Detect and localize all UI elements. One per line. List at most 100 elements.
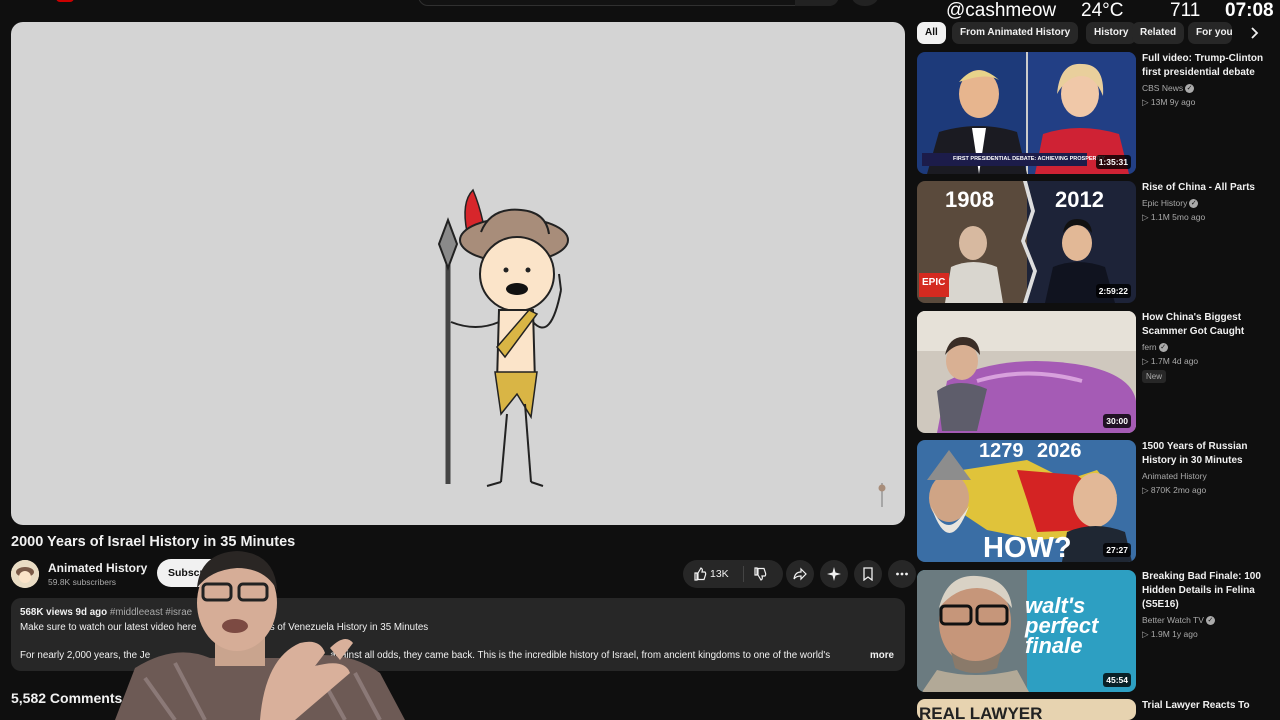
rec-thumbnail[interactable]: REAL LAWYER (917, 699, 1136, 720)
thumb-year-right: 2012 (1055, 187, 1104, 212)
description-text-2b: against all odds, they came back. This i… (330, 650, 831, 661)
subscriber-count: 59.8K subscribers (48, 577, 117, 587)
channel-watermark-icon[interactable] (877, 481, 887, 507)
duration-badge: 27:27 (1103, 543, 1131, 557)
like-dislike-group: 13K (683, 560, 783, 588)
rec-thumbnail[interactable]: 1908 2012 EPIC 2:59:22 (917, 181, 1136, 303)
overlay-time: 07:08 (1225, 0, 1274, 21)
share-icon (793, 567, 807, 581)
rec-title[interactable]: Trial Lawyer Reacts To (1142, 699, 1274, 713)
rec-item[interactable]: 30:00 How China's Biggest Scammer Got Ca… (917, 311, 1280, 435)
channel-row: Animated History 59.8K subscribers Subsc… (11, 559, 916, 589)
rec-channel[interactable]: fern ✓ (1142, 342, 1168, 353)
share-button[interactable] (786, 560, 814, 588)
youtube-logo[interactable] (56, 0, 74, 2)
search-input[interactable] (418, 0, 838, 6)
rec-channel[interactable]: Better Watch TV ✓ (1142, 615, 1215, 626)
rec-meta: ▷ 1.1M 5mo ago (1142, 212, 1206, 222)
stream-overlay: @cashmeow 24°C 711 07:08 (940, 0, 1280, 22)
description-line-1: Make sure to watch our latest video here… (20, 622, 428, 633)
description-more-button[interactable]: more (870, 650, 894, 661)
duration-badge: 30:00 (1103, 414, 1131, 428)
description-text-2a: For nearly 2,000 years, the Je (20, 650, 151, 661)
hashtags[interactable]: #middleeast #israe (110, 607, 192, 618)
rec-meta: ▷ 1.9M 1y ago (1142, 629, 1198, 639)
thumb-caption: REAL LAWYER (919, 704, 1043, 720)
more-actions-button[interactable] (888, 560, 916, 588)
duration-badge: 2:59:22 (1095, 284, 1131, 298)
description-box[interactable]: 568K views 9d ago #middleeast #israe Mak… (11, 598, 905, 671)
view-count-date: 568K views 9d ago #middleeast #israe (20, 607, 192, 618)
rec-channel[interactable]: CBS News ✓ (1142, 83, 1195, 94)
overlay-number: 711 (1170, 0, 1201, 21)
bookmark-icon (863, 567, 873, 581)
chip-for-you[interactable]: For you (1188, 22, 1232, 44)
search-button[interactable] (795, 0, 839, 6)
description-link-1b[interactable]: rs of Venezuela (266, 622, 334, 633)
rec-channel-name[interactable]: Animated History (1142, 471, 1207, 481)
rec-channel[interactable]: Animated History (1142, 471, 1207, 481)
rec-title[interactable]: Rise of China - All Parts (1142, 181, 1274, 195)
ask-ai-button[interactable] (820, 560, 848, 588)
rec-title[interactable]: Breaking Bad Finale: 100 Hidden Details … (1142, 570, 1274, 612)
rec-channel[interactable]: Epic History ✓ (1142, 198, 1199, 209)
duration-badge: 1:35:31 (1095, 155, 1131, 169)
avatar-icon (11, 560, 39, 588)
subscribe-button[interactable]: Subscri (157, 559, 247, 587)
rec-meta: ▷ 13M 9y ago (1142, 97, 1196, 107)
dislike-icon[interactable] (753, 567, 767, 581)
rec-channel-name[interactable]: CBS News (1142, 83, 1183, 93)
video-title: 2000 Years of Israel History in 35 Minut… (11, 534, 296, 550)
chevron-right-icon (1251, 27, 1259, 39)
save-button[interactable] (854, 560, 882, 588)
channel-name[interactable]: Animated History (48, 561, 147, 575)
rec-item[interactable]: 1279 2026 HOW? 27:27 1500 Years of Russi… (917, 440, 1280, 564)
thumb-year-left: 1279 (979, 440, 1024, 462)
rec-channel-name[interactable]: Better Watch TV (1142, 615, 1204, 625)
chip-all[interactable]: All (917, 22, 946, 44)
chips-next-button[interactable] (1243, 22, 1265, 44)
rec-channel-name[interactable]: fern (1142, 342, 1157, 352)
video-player[interactable] (11, 22, 905, 525)
filter-chips: All From Animated History History Relate… (917, 22, 1280, 44)
more-horizontal-icon (896, 572, 908, 576)
rec-meta: ▷ 870K 2mo ago (1142, 485, 1207, 495)
verified-icon: ✓ (1185, 84, 1195, 94)
thumb-big-text: walt's perfect finale (1025, 593, 1099, 658)
overlay-temperature: 24°C (1081, 0, 1124, 21)
overlay-handle: @cashmeow (946, 0, 1057, 21)
rec-meta: ▷ 1.7M 4d ago (1142, 356, 1199, 366)
new-badge: New (1142, 370, 1167, 383)
description-line-2: For nearly 2,000 years, the Je against al… (20, 650, 870, 661)
chip-history[interactable]: History (1086, 22, 1137, 44)
like-separator (743, 566, 744, 582)
sparkle-icon (827, 567, 841, 581)
rec-item[interactable]: 1908 2012 EPIC 2:59:22 Rise of China - A… (917, 181, 1280, 305)
rec-thumbnail[interactable]: 1279 2026 HOW? 27:27 (917, 440, 1136, 562)
cartoon-soldier-illustration (437, 188, 569, 487)
rec-thumbnail[interactable]: FIRST PRESIDENTIAL DEBATE: ACHIEVING PRO… (917, 52, 1136, 174)
duration-badge: 45:54 (1103, 673, 1131, 687)
rec-item[interactable]: REAL LAWYER Trial Lawyer Reacts To (917, 699, 1280, 720)
rec-thumbnail[interactable]: 30:00 (917, 311, 1136, 433)
thumb-year-right: 2026 (1037, 440, 1082, 462)
thumb-big-text: HOW? (983, 532, 1072, 562)
channel-avatar[interactable] (11, 560, 39, 588)
verified-icon: ✓ (1205, 616, 1215, 626)
voice-search-button[interactable] (852, 0, 878, 6)
rec-title[interactable]: How China's Biggest Scammer Got Caught (1142, 311, 1274, 339)
rec-title[interactable]: 1500 Years of Russian History in 30 Minu… (1142, 440, 1274, 468)
chip-related[interactable]: Related (1132, 22, 1185, 44)
rec-channel-name[interactable]: Epic History (1142, 198, 1187, 208)
rec-item[interactable]: walt's perfect finale 45:54 Breaking Bad… (917, 570, 1280, 694)
thumb-caption: FIRST PRESIDENTIAL DEBATE: ACHIEVING PRO… (953, 156, 1106, 162)
thumb-year-left: 1908 (945, 187, 994, 212)
rec-thumbnail[interactable]: walt's perfect finale 45:54 (917, 570, 1136, 692)
description-link-1c[interactable]: History in 35 Minutes (337, 622, 428, 633)
like-count[interactable]: 13K (710, 568, 729, 580)
chip-from-animated-history[interactable]: From Animated History (952, 22, 1079, 44)
like-icon[interactable] (693, 567, 707, 581)
rec-title[interactable]: Full video: Trump-Clinton first presiden… (1142, 52, 1274, 80)
rec-item[interactable]: FIRST PRESIDENTIAL DEBATE: ACHIEVING PRO… (917, 52, 1280, 176)
thumb-tag: EPIC (922, 277, 946, 288)
